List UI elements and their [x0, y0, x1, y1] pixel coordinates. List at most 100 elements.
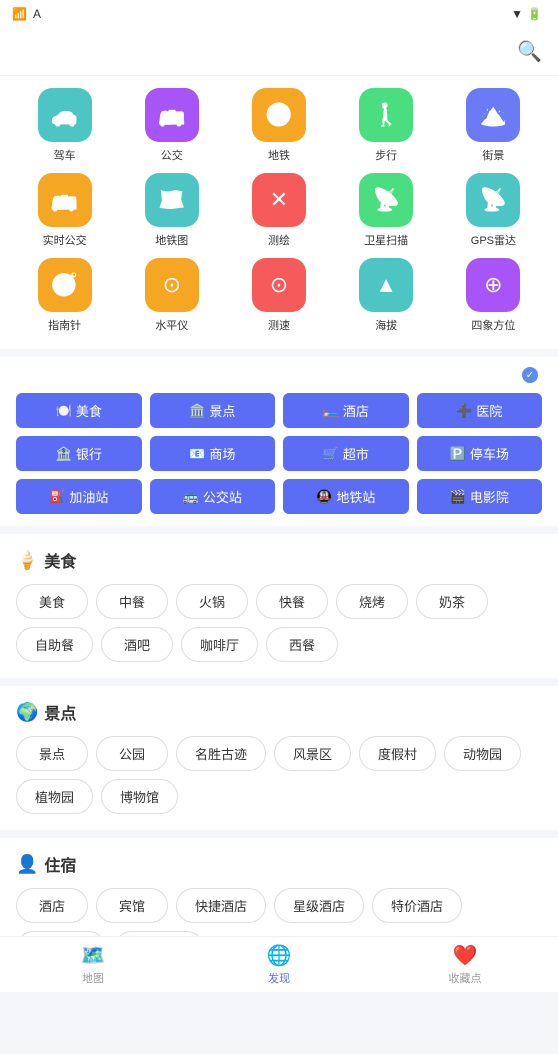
icon-item-speedtest[interactable]: ⊙ 测速	[230, 258, 327, 333]
icon-item-realbus[interactable]: 🚌 实时公交	[16, 173, 113, 248]
nearby-btn-sight[interactable]: 🏛️景点	[150, 393, 276, 428]
favorites-nav-icon: ❤️	[453, 943, 478, 968]
icon-item-walk[interactable]: 🚶 步行	[338, 88, 435, 163]
parking-label: 停车场	[470, 444, 509, 463]
tag-酒店[interactable]: 酒店	[16, 888, 88, 923]
tag-grid-scenic: 景点公园名胜古迹风景区度假村动物园植物园博物馆	[16, 736, 542, 814]
icon-item-altitude[interactable]: ▲ 海拔	[338, 258, 435, 333]
nearby-btn-metrostation[interactable]: 🚇地铁站	[283, 479, 409, 514]
food-title-icon: 🍦	[16, 550, 38, 571]
nearby-section: ✓ 🍽️美食🏛️景点🛏️酒店➕医院🏦银行📧商场🛒超市🅿️停车场⛽加油站🚌公交站🚇…	[0, 357, 558, 526]
cinema-icon: 🎬	[450, 489, 466, 505]
nearby-btn-gasstation[interactable]: ⛽加油站	[16, 479, 142, 514]
tag-快捷酒店[interactable]: 快捷酒店	[176, 888, 266, 923]
scenic-title-icon: 🌍	[16, 702, 38, 723]
nearby-btn-bank[interactable]: 🏦银行	[16, 436, 142, 471]
quadrant-icon: ⊕	[466, 258, 520, 312]
icon-item-metro[interactable]: 🚇 地铁	[230, 88, 327, 163]
tag-公园[interactable]: 公园	[96, 736, 168, 771]
mall-label: 商场	[209, 444, 235, 463]
tag-酒吧[interactable]: 酒吧	[101, 627, 173, 662]
map-nav-icon: 🗺️	[81, 943, 106, 968]
tag-风景区[interactable]: 风景区	[274, 736, 351, 771]
food-title-text: 美食	[44, 548, 76, 572]
hotel-label: 酒店	[343, 401, 369, 420]
survey-icon: ✕	[252, 173, 306, 227]
nearby-btn-cinema[interactable]: 🎬电影院	[417, 479, 543, 514]
street-icon: 🏔️	[466, 88, 520, 142]
icon-item-compass[interactable]: 🧭 指南针	[16, 258, 113, 333]
tag-动物园[interactable]: 动物园	[444, 736, 521, 771]
tag-美食[interactable]: 美食	[16, 584, 88, 619]
tag-宾馆[interactable]: 宾馆	[96, 888, 168, 923]
nearby-btn-hospital[interactable]: ➕医院	[417, 393, 543, 428]
tag-奶茶[interactable]: 奶茶	[416, 584, 488, 619]
icon-item-quadrant[interactable]: ⊕ 四象方位	[445, 258, 542, 333]
tag-植物园[interactable]: 植物园	[16, 779, 93, 814]
status-right: ▼ 🔋	[511, 7, 546, 21]
nav-item-map[interactable]: 🗺️ 地图	[0, 937, 186, 992]
icon-item-bus[interactable]: 🚌 公交	[123, 88, 220, 163]
walk-label: 步行	[375, 147, 397, 163]
metro-label: 地铁	[268, 147, 290, 163]
icon-grid-section: 🚗 驾车 🚌 公交 🚇 地铁 🚶 步行 🏔️ 街景 🚌 实时公交 🗺️ 地铁图	[0, 76, 558, 349]
discover-nav-label: 发现	[268, 970, 290, 986]
tag-度假村[interactable]: 度假村	[359, 736, 436, 771]
icon-item-level[interactable]: ⊙ 水平仪	[123, 258, 220, 333]
icon-item-survey[interactable]: ✕ 测绘	[230, 173, 327, 248]
metrostation-icon: 🚇	[316, 489, 332, 505]
drive-label: 驾车	[54, 147, 76, 163]
nearby-btn-parking[interactable]: 🅿️停车场	[417, 436, 543, 471]
tag-自助餐[interactable]: 自助餐	[16, 627, 93, 662]
nearby-btn-mall[interactable]: 📧商场	[150, 436, 276, 471]
nearby-btn-food[interactable]: 🍽️美食	[16, 393, 142, 428]
icon-item-metromap[interactable]: 🗺️ 地铁图	[123, 173, 220, 248]
parking-icon: 🅿️	[450, 446, 466, 462]
search-icon[interactable]: 🔍	[517, 39, 542, 64]
category-title-scenic: 🌍景点	[16, 700, 542, 724]
tag-名胜古迹[interactable]: 名胜古迹	[176, 736, 266, 771]
tag-中餐[interactable]: 中餐	[96, 584, 168, 619]
realbus-icon: 🚌	[38, 173, 92, 227]
tag-烧烤[interactable]: 烧烤	[336, 584, 408, 619]
street-label: 街景	[482, 147, 504, 163]
category-title-stay: 👤住宿	[16, 852, 542, 876]
icon-item-gpsradar[interactable]: 📡 GPS雷达	[445, 173, 542, 248]
nearby-btn-supermarket[interactable]: 🛒超市	[283, 436, 409, 471]
nearby-checkmark: ✓	[522, 367, 538, 383]
header: 🔍	[0, 28, 558, 76]
drive-icon: 🚗	[38, 88, 92, 142]
food-label: 美食	[76, 401, 102, 420]
speedtest-label: 测速	[268, 317, 290, 333]
walk-icon: 🚶	[359, 88, 413, 142]
supermarket-label: 超市	[343, 444, 369, 463]
tag-grid-food: 美食中餐火锅快餐烧烤奶茶自助餐酒吧咖啡厅西餐	[16, 584, 542, 662]
category-food: 🍦美食美食中餐火锅快餐烧烤奶茶自助餐酒吧咖啡厅西餐	[0, 534, 558, 678]
quadrant-label: 四象方位	[471, 317, 515, 333]
gpsradar-label: GPS雷达	[471, 232, 516, 248]
nav-item-discover[interactable]: 🌐 发现	[186, 937, 372, 992]
tag-快餐[interactable]: 快餐	[256, 584, 328, 619]
tag-咖啡厅[interactable]: 咖啡厅	[181, 627, 258, 662]
tag-火锅[interactable]: 火锅	[176, 584, 248, 619]
icon-item-street[interactable]: 🏔️ 街景	[445, 88, 542, 163]
sight-label: 景点	[209, 401, 235, 420]
category-scenic: 🌍景点景点公园名胜古迹风景区度假村动物园植物园博物馆	[0, 686, 558, 830]
bus-icon: 🚌	[145, 88, 199, 142]
favorites-nav-label: 收藏点	[449, 970, 482, 986]
icon-item-satellite[interactable]: 📡 卫星扫描	[338, 173, 435, 248]
bank-icon: 🏦	[56, 446, 72, 462]
tag-景点[interactable]: 景点	[16, 736, 88, 771]
tag-博物馆[interactable]: 博物馆	[101, 779, 178, 814]
icon-item-drive[interactable]: 🚗 驾车	[16, 88, 113, 163]
nav-item-favorites[interactable]: ❤️ 收藏点	[372, 937, 558, 992]
satellite-icon: 📡	[359, 173, 413, 227]
hotel-icon: 🛏️	[323, 403, 339, 419]
nearby-btn-hotel[interactable]: 🛏️酒店	[283, 393, 409, 428]
stay-title-text: 住宿	[44, 852, 76, 876]
nearby-btn-busstation[interactable]: 🚌公交站	[150, 479, 276, 514]
tag-西餐[interactable]: 西餐	[266, 627, 338, 662]
tag-特价酒店[interactable]: 特价酒店	[372, 888, 462, 923]
tag-星级酒店[interactable]: 星级酒店	[274, 888, 364, 923]
hospital-icon: ➕	[456, 403, 472, 419]
